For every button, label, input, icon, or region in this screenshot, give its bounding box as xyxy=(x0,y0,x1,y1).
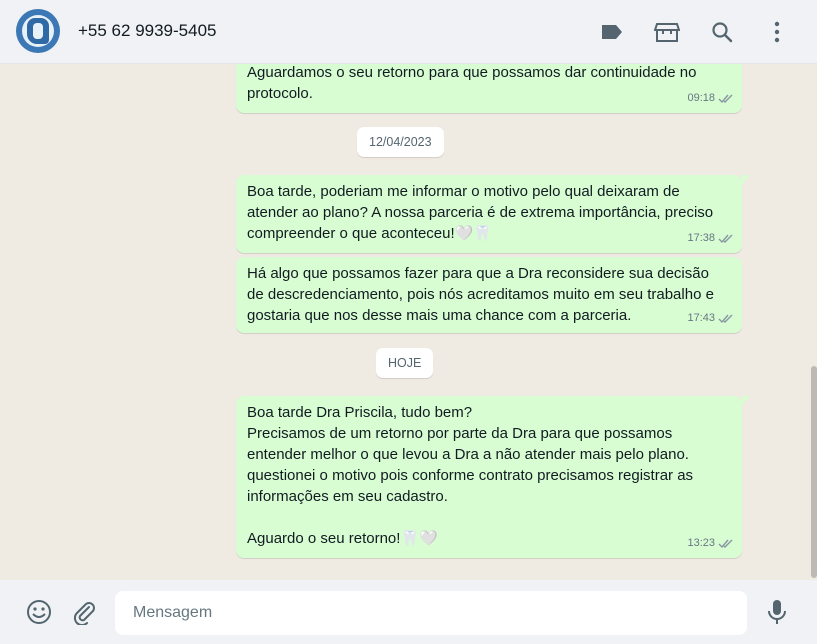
message-time: 13:23 xyxy=(687,537,715,549)
catalog-icon[interactable] xyxy=(653,18,681,46)
message-time: 09:18 xyxy=(687,92,715,104)
microphone-icon[interactable] xyxy=(763,598,791,626)
message-text: Boa tarde Dra Priscila, tudo bem? Precis… xyxy=(247,404,694,547)
menu-icon[interactable] xyxy=(763,18,791,46)
attach-icon[interactable] xyxy=(70,598,98,626)
message-list[interactable]: Aguardamos o seu retorno para que possam… xyxy=(0,64,817,580)
message-text: Boa tarde, poderiam me informar o motivo… xyxy=(247,183,714,242)
message-text: Aguardamos o seu retorno para que possam… xyxy=(247,64,697,102)
message-bubble[interactable]: Há algo que possamos fazer para que a Dr… xyxy=(236,257,742,333)
double-check-icon xyxy=(718,539,733,549)
double-check-icon xyxy=(718,234,733,244)
message-bubble[interactable]: Boa tarde Dra Priscila, tudo bem? Precis… xyxy=(236,396,750,558)
message-text: Há algo que possamos fazer para que a Dr… xyxy=(247,265,714,324)
message-time: 17:38 xyxy=(687,232,715,244)
emoji-icon[interactable] xyxy=(25,598,53,626)
message-meta: 09:18 xyxy=(687,88,734,109)
double-check-icon xyxy=(718,94,733,104)
message-meta: 17:38 xyxy=(687,228,734,249)
double-check-icon xyxy=(718,314,733,324)
date-separator: 12/04/2023 xyxy=(357,127,444,157)
message-meta: 13:23 xyxy=(687,533,734,554)
label-icon[interactable] xyxy=(598,18,626,46)
message-input[interactable]: Mensagem xyxy=(115,591,747,635)
date-separator: HOJE xyxy=(376,348,434,378)
composer-bar: Mensagem xyxy=(0,580,817,644)
contact-avatar[interactable] xyxy=(16,9,60,53)
scrollbar[interactable] xyxy=(811,366,817,578)
chat-header: +55 62 9939-5405 xyxy=(0,0,817,64)
message-time: 17:43 xyxy=(687,312,715,324)
message-bubble[interactable]: Aguardamos o seu retorno para que possam… xyxy=(236,64,742,113)
search-icon[interactable] xyxy=(708,18,736,46)
heart-tooth-emoji: 🤍🦷 xyxy=(454,225,493,242)
contact-name[interactable]: +55 62 9939-5405 xyxy=(78,21,217,41)
tooth-heart-emoji: 🦷🤍 xyxy=(400,530,438,547)
message-bubble[interactable]: Boa tarde, poderiam me informar o motivo… xyxy=(236,175,750,253)
message-input-placeholder: Mensagem xyxy=(133,604,213,621)
message-meta: 17:43 xyxy=(687,308,734,329)
